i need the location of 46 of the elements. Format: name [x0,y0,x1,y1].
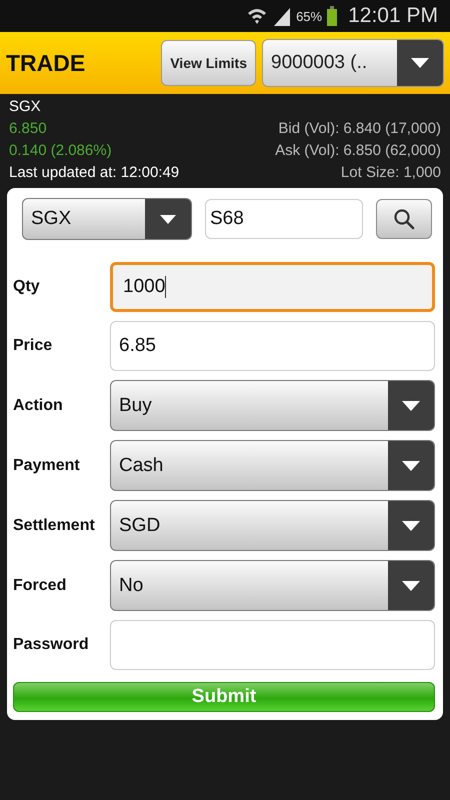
price-change: 0.140 (2.086%) [9,141,113,161]
input-field[interactable]: 6.85 [110,321,435,371]
ask-volume: Ask (Vol): 6.850 (62,000) [275,141,441,161]
battery-percent: 65% [296,8,322,24]
search-button[interactable] [376,199,432,239]
battery-icon [326,5,338,27]
view-limits-button[interactable]: View Limits [161,40,256,86]
dropdown-arrow-icon [402,400,420,410]
selected-value: Cash [118,454,164,476]
selected-value: Buy [118,394,153,416]
lot-size: Lot Size: 1,000 [340,163,441,183]
dropdown-arrow-icon [402,460,420,470]
selected-value: No [118,574,144,596]
bid-volume: Bid (Vol): 6.840 (17,000) [278,119,441,139]
field-label: Password [13,636,90,654]
field-label: Action [13,396,64,414]
select-dropdown[interactable]: Buy [110,380,435,431]
select-dropdown[interactable]: Cash [110,440,435,491]
dropdown-arrow-icon [160,214,176,224]
search-icon [393,208,415,230]
field-value: 1000 [123,276,166,298]
clock: 12:01 PM [348,4,438,28]
dropdown-arrow-icon [402,580,420,590]
select-dropdown[interactable]: No [110,560,435,611]
field-label: Qty [13,278,41,296]
symbol-field[interactable]: S68 [205,199,363,239]
input-field[interactable] [110,620,435,670]
selected-value: SGD [118,514,162,536]
page-title: TRADE [6,50,86,76]
last-price: 6.850 [9,119,48,139]
account-value: 9000003 (.. [270,52,368,74]
field-label: Forced [13,576,68,594]
exchange-name: SGX [9,97,42,117]
account-dropdown[interactable]: 9000003 (.. [262,39,444,87]
input-field[interactable]: 1000 [110,262,435,312]
dropdown-arrow-icon [402,520,420,530]
exchange-value: SGX [30,208,72,230]
signal-icon [272,6,292,26]
exchange-dropdown[interactable]: SGX [22,198,192,240]
dropdown-arrow-icon [411,58,429,68]
select-dropdown[interactable]: SGD [110,500,435,551]
field-label: Price [13,337,54,355]
field-label: Settlement [13,516,96,534]
field-label: Payment [13,456,81,474]
field-value: 6.85 [119,335,156,357]
last-updated: Last updated at: 12:00:49 [9,163,180,183]
